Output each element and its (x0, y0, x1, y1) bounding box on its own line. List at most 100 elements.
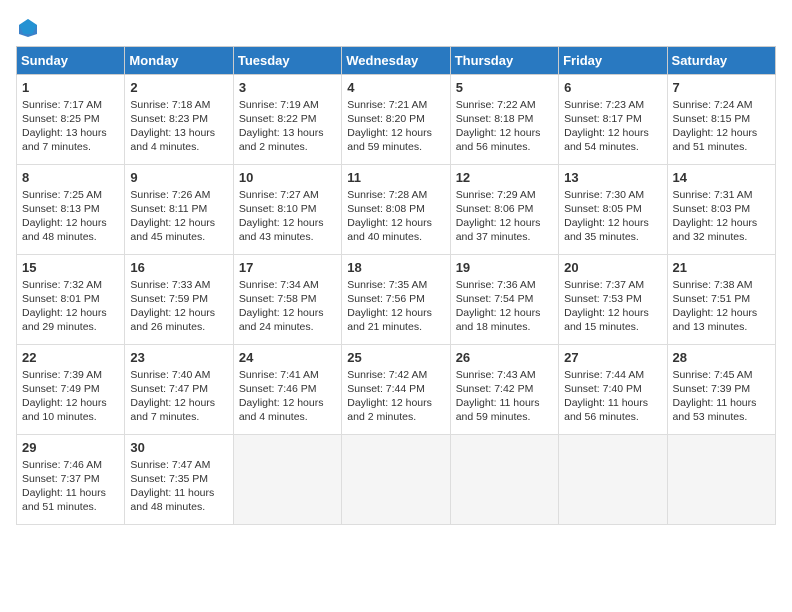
calendar-cell: 18 Sunrise: 7:35 AM Sunset: 7:56 PM Dayligh… (342, 255, 450, 345)
sunset-time: Sunset: 8:17 PM (564, 113, 642, 125)
calendar-cell: 13Sunrise: 7:30 AMSunset: 8:05 PMDayligh… (559, 165, 667, 255)
calendar-cell: 19Sunrise: 7:36 AMSunset: 7:54 PMDayligh… (450, 255, 558, 345)
calendar-cell (342, 435, 450, 525)
sunrise-time: Sunrise: 7:31 AM (673, 189, 753, 201)
calendar-cell: 15Sunrise: 7:32 AMSunset: 8:01 PMDayligh… (17, 255, 125, 345)
sunrise-time: Sunrise: 7:36 AM (456, 279, 536, 291)
daylight-hours: Daylight: 11 hours and 59 minutes. (456, 397, 540, 423)
sunrise-time: Sunrise: 7:32 AM (22, 279, 102, 291)
day-number: 26 (456, 349, 553, 367)
sunrise-time: Sunrise: 7:38 AM (673, 279, 753, 291)
sunrise-time: Sunrise: 7:33 AM (130, 279, 210, 291)
day-number: 14 (673, 169, 770, 187)
sunset-time: Sunset: 7:54 PM (456, 293, 534, 305)
sunset-time: Sunset: 8:11 PM (130, 203, 207, 215)
header-tuesday: Tuesday (233, 47, 341, 75)
sunset-time: Sunset: 8:23 PM (130, 113, 208, 125)
day-number: 13 (564, 169, 661, 187)
day-number: 17 (239, 259, 336, 277)
daylight-hours: Daylight: 12 hours and 7 minutes. (130, 397, 215, 423)
sunset-time: Sunset: 7:44 PM (347, 383, 425, 395)
header-monday: Monday (125, 47, 233, 75)
daylight-hours: Daylight: 12 hours and 26 minutes. (130, 307, 215, 333)
sunset-time: Sunset: 8:06 PM (456, 203, 534, 215)
daylight-hours: Daylight: 12 hours and 13 minutes. (673, 307, 758, 333)
calendar-cell (559, 435, 667, 525)
day-number: 24 (239, 349, 336, 367)
day-number: 9 (130, 169, 227, 187)
calendar-cell: 20Sunrise: 7:37 AMSunset: 7:53 PMDayligh… (559, 255, 667, 345)
sunrise-time: Sunrise: 7:41 AM (239, 369, 319, 381)
sunset-time: Sunset: 8:10 PM (239, 203, 317, 215)
calendar-cell: 11Sunrise: 7:28 AMSunset: 8:08 PMDayligh… (342, 165, 450, 255)
logo (16, 16, 44, 40)
calendar-week-row: 1Sunrise: 7:17 AMSunset: 8:25 PMDaylight… (17, 75, 776, 165)
calendar-cell: 3Sunrise: 7:19 AMSunset: 8:22 PMDaylight… (233, 75, 341, 165)
daylight-hours: Daylight: 11 hours and 51 minutes. (22, 487, 106, 513)
sunset-time: Sunset: 7:35 PM (130, 473, 208, 485)
day-number: 10 (239, 169, 336, 187)
sunset-time: Sunset: 8:22 PM (239, 113, 317, 125)
calendar-cell: 27Sunrise: 7:44 AMSunset: 7:40 PMDayligh… (559, 345, 667, 435)
daylight-hours: Daylight: 13 hours and 2 minutes. (239, 127, 324, 153)
sunrise-time: Sunrise: 7:47 AM (130, 459, 210, 471)
sunrise-time: Sunrise: 7:18 AM (130, 99, 210, 111)
calendar-cell: 22Sunrise: 7:39 AMSunset: 7:49 PMDayligh… (17, 345, 125, 435)
header-row: SundayMondayTuesdayWednesdayThursdayFrid… (17, 47, 776, 75)
day-number: 7 (673, 79, 770, 97)
header-wednesday: Wednesday (342, 47, 450, 75)
sunrise-time: Sunrise: 7:40 AM (130, 369, 210, 381)
day-number: 22 (22, 349, 119, 367)
sunrise-time: Sunrise: 7:34 AM (239, 279, 319, 291)
day-number: 11 (347, 169, 444, 187)
day-number: 2 (130, 79, 227, 97)
daylight-hours: Daylight: 13 hours and 4 minutes. (130, 127, 215, 153)
day-number: 18 (347, 259, 444, 277)
calendar-cell: 5Sunrise: 7:22 AMSunset: 8:18 PMDaylight… (450, 75, 558, 165)
day-number: 28 (673, 349, 770, 367)
calendar-cell: 29Sunrise: 7:46 AMSunset: 7:37 PMDayligh… (17, 435, 125, 525)
sunrise-time: Sunrise: 7:22 AM (456, 99, 536, 111)
daylight-hours: Daylight: 12 hours and 21 minutes. (347, 307, 432, 333)
calendar-cell: 2 Sunrise: 7:18 AM Sunset: 8:23 PM Daylight… (125, 75, 233, 165)
sunrise-time: Sunrise: 7:37 AM (564, 279, 644, 291)
sunset-time: Sunset: 7:53 PM (564, 293, 642, 305)
day-number: 5 (456, 79, 553, 97)
sunset-time: Sunset: 8:25 PM (22, 113, 100, 125)
calendar-cell: 10Sunrise: 7:27 AMSunset: 8:10 PMDayligh… (233, 165, 341, 255)
sunset-time: Sunset: 8:03 PM (673, 203, 751, 215)
day-number: 1 (22, 79, 119, 97)
daylight-hours: Daylight: 12 hours and 35 minutes. (564, 217, 649, 243)
calendar-cell: 30Sunrise: 7:47 AMSunset: 7:35 PMDayligh… (125, 435, 233, 525)
sunset-time: Sunset: 7:58 PM (239, 293, 317, 305)
daylight-hours: Daylight: 12 hours and 45 minutes. (130, 217, 215, 243)
daylight-hours: Daylight: 12 hours and 37 minutes. (456, 217, 541, 243)
day-number: 29 (22, 439, 119, 457)
sunset-time: Sunset: 7:56 PM (347, 293, 425, 305)
sunset-time: Sunset: 8:05 PM (564, 203, 642, 215)
sunrise-time: Sunrise: 7:35 AM (347, 279, 427, 291)
calendar-cell (233, 435, 341, 525)
page-header (16, 16, 776, 40)
sunset-time: Sunset: 7:59 PM (130, 293, 208, 305)
sunset-time: Sunset: 8:18 PM (456, 113, 534, 125)
calendar-cell: 28Sunrise: 7:45 AMSunset: 7:39 PMDayligh… (667, 345, 775, 435)
sunset-time: Sunset: 8:20 PM (347, 113, 425, 125)
sunrise-time: Sunrise: 7:28 AM (347, 189, 427, 201)
calendar-table: SundayMondayTuesdayWednesdayThursdayFrid… (16, 46, 776, 525)
daylight-hours: Daylight: 12 hours and 4 minutes. (239, 397, 324, 423)
sunrise-time: Sunrise: 7:45 AM (673, 369, 753, 381)
sunset-time: Sunset: 8:01 PM (22, 293, 100, 305)
daylight-hours: Daylight: 11 hours and 48 minutes. (130, 487, 214, 513)
daylight-hours: Daylight: 12 hours and 59 minutes. (347, 127, 432, 153)
calendar-week-row: 29Sunrise: 7:46 AMSunset: 7:37 PMDayligh… (17, 435, 776, 525)
sunrise-time: Sunrise: 7:19 AM (239, 99, 319, 111)
daylight-hours: Daylight: 12 hours and 24 minutes. (239, 307, 324, 333)
calendar-week-row: 22Sunrise: 7:39 AMSunset: 7:49 PMDayligh… (17, 345, 776, 435)
calendar-cell: 21Sunrise: 7:38 AMSunset: 7:51 PMDayligh… (667, 255, 775, 345)
sunrise-time: Sunrise: 7:23 AM (564, 99, 644, 111)
calendar-week-row: 8Sunrise: 7:25 AMSunset: 8:13 PMDaylight… (17, 165, 776, 255)
calendar-cell: 17 Sunrise: 7:34 AM Sunset: 7:58 PM Dayligh… (233, 255, 341, 345)
daylight-hours: Daylight: 12 hours and 48 minutes. (22, 217, 107, 243)
day-number: 21 (673, 259, 770, 277)
